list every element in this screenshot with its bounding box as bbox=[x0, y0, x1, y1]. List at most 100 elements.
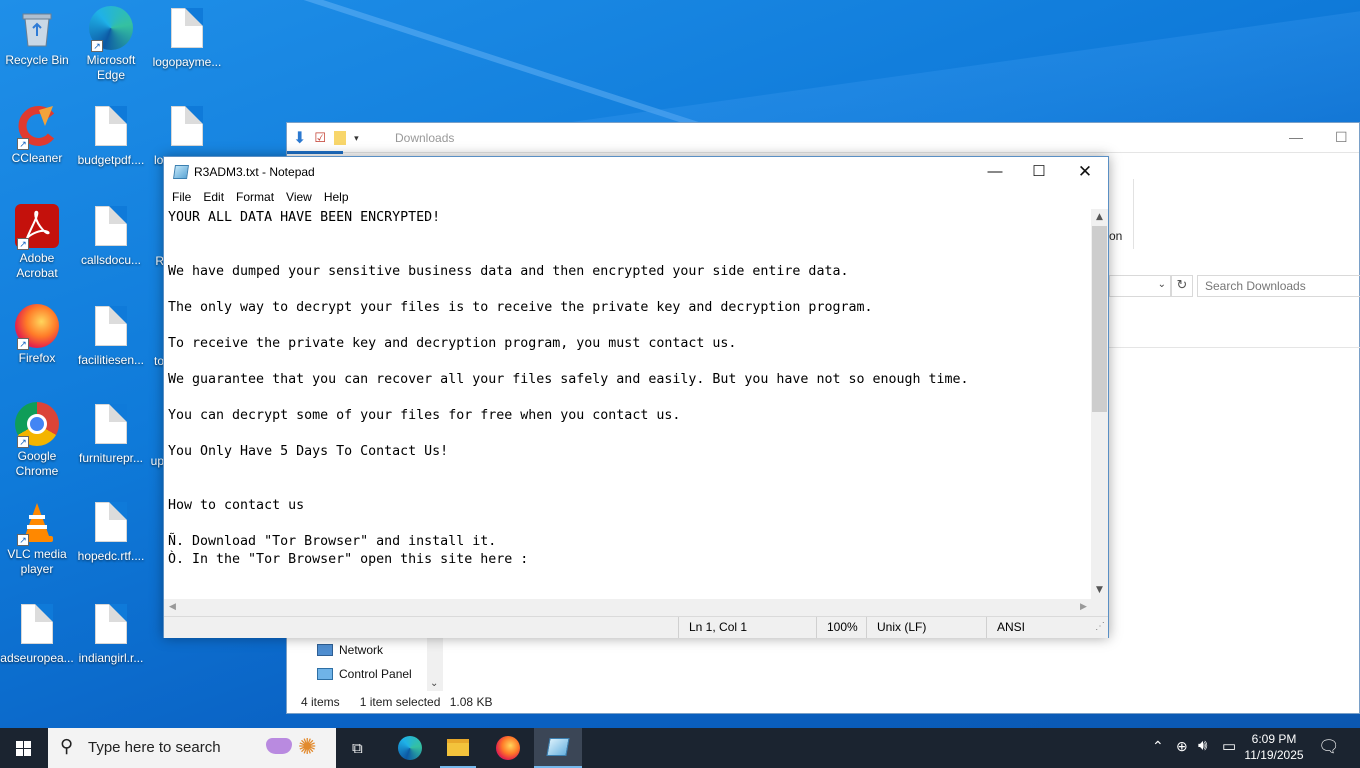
nav-scrollbar[interactable]: ⌄ bbox=[427, 635, 443, 691]
properties-icon[interactable]: ☑ bbox=[314, 130, 326, 146]
close-button[interactable]: ✕ bbox=[1062, 157, 1108, 187]
desktop-icon-file-partial[interactable]: to bbox=[124, 354, 164, 369]
search-placeholder: Type here to search bbox=[88, 739, 221, 756]
notepad-statusbar: Ln 1, Col 1 100% Unix (LF) ANSI ⋰ bbox=[164, 616, 1108, 638]
desktop-icon-file[interactable]: adseuropea... bbox=[0, 602, 74, 666]
document-icon bbox=[89, 206, 133, 250]
search-highlight-icon bbox=[266, 738, 292, 754]
desktop-icon-firefox[interactable]: ↗ Firefox bbox=[0, 304, 74, 366]
desktop-icon-google-chrome[interactable]: ↗ Google Chrome bbox=[0, 402, 74, 479]
document-icon bbox=[165, 8, 209, 52]
desktop-icon-label: Microsoft Edge bbox=[86, 53, 136, 82]
desktop-icon-file[interactable]: budgetpdf.... bbox=[74, 104, 148, 168]
notepad-titlebar[interactable]: R3ADM3.txt - Notepad — ☐ ✕ bbox=[164, 157, 1108, 187]
scroll-left-icon[interactable]: ◀ bbox=[164, 599, 181, 616]
notifications-icon[interactable]: 🗨︎ bbox=[1318, 737, 1340, 757]
clock-time: 6:09 PM bbox=[1251, 732, 1297, 746]
scrollbar-corner bbox=[1091, 599, 1108, 616]
edge-icon bbox=[398, 736, 422, 760]
maximize-icon[interactable]: ☐ bbox=[1335, 129, 1348, 146]
scroll-down-icon[interactable]: ▼ bbox=[1091, 582, 1108, 599]
volume-icon[interactable]: 🔊︎ bbox=[1198, 737, 1207, 754]
start-button[interactable] bbox=[0, 728, 48, 768]
menu-format[interactable]: Format bbox=[230, 187, 280, 209]
scroll-thumb[interactable] bbox=[1092, 226, 1107, 412]
taskbar-file-explorer[interactable] bbox=[434, 728, 482, 768]
shortcut-arrow-icon: ↗ bbox=[17, 338, 29, 350]
scroll-right-icon[interactable]: ▶ bbox=[1075, 599, 1092, 616]
horizontal-scrollbar[interactable]: ◀ ▶ bbox=[164, 599, 1092, 616]
ribbon-group-label: on bbox=[1109, 229, 1123, 243]
scroll-up-icon[interactable]: ▲ bbox=[1091, 209, 1108, 226]
control-panel-icon bbox=[317, 668, 333, 680]
clock[interactable]: 6:09 PM 11/19/2025 bbox=[1238, 731, 1310, 763]
explorer-titlebar[interactable]: ⬇ ☑ ▾ Downloads — ☐ bbox=[287, 123, 1359, 153]
resize-grip-icon[interactable]: ⋰ bbox=[1095, 621, 1105, 632]
new-folder-icon[interactable] bbox=[334, 131, 347, 145]
minimize-icon[interactable]: — bbox=[1289, 129, 1303, 145]
show-hidden-icons-icon[interactable]: ⌃ bbox=[1152, 738, 1164, 755]
desktop-icon-vlc[interactable]: ↗ VLC media player bbox=[0, 500, 74, 577]
chevron-down-icon[interactable]: ▾ bbox=[354, 133, 359, 144]
shortcut-arrow-icon: ↗ bbox=[17, 436, 29, 448]
download-arrow-icon[interactable]: ⬇ bbox=[293, 128, 306, 148]
nav-item-control-panel[interactable]: Control Panel bbox=[317, 667, 412, 681]
firefox-icon bbox=[496, 736, 520, 760]
meet-now-icon[interactable]: ⊕ bbox=[1176, 738, 1188, 755]
taskbar-notepad[interactable] bbox=[534, 728, 582, 768]
menu-help[interactable]: Help bbox=[318, 187, 355, 209]
shortcut-arrow-icon: ↗ bbox=[17, 534, 29, 546]
desktop-icon-label: to bbox=[153, 354, 164, 368]
document-icon bbox=[89, 604, 133, 648]
desktop-icon-ccleaner[interactable]: ↗ CCleaner bbox=[0, 104, 74, 166]
taskbar-search-box[interactable]: ⚲ Type here to search ✺ bbox=[48, 728, 336, 768]
menu-view[interactable]: View bbox=[280, 187, 318, 209]
nav-item-network[interactable]: Network bbox=[317, 643, 383, 657]
chevron-down-icon[interactable]: ⌄ bbox=[1158, 279, 1166, 290]
menu-edit[interactable]: Edit bbox=[197, 187, 230, 209]
search-input[interactable]: Search Downloads bbox=[1197, 275, 1360, 297]
desktop-icon-file-partial[interactable]: R bbox=[124, 254, 164, 269]
taskbar-firefox[interactable] bbox=[484, 728, 532, 768]
task-view-button[interactable]: ⧉ bbox=[336, 728, 384, 768]
watermark-logo: ANY RUN bbox=[1116, 661, 1332, 713]
maximize-button[interactable]: ☐ bbox=[1016, 157, 1062, 187]
notepad-menubar: File Edit Format View Help bbox=[164, 187, 1108, 209]
desktop-icon-adobe-acrobat[interactable]: ↗ Adobe Acrobat bbox=[0, 204, 74, 281]
desktop-icon-recycle-bin[interactable]: Recycle Bin bbox=[0, 6, 74, 68]
search-icon: ⚲ bbox=[60, 736, 74, 756]
vertical-scrollbar[interactable]: ▲ ▼ bbox=[1091, 209, 1108, 599]
notepad-window[interactable]: R3ADM3.txt - Notepad — ☐ ✕ File Edit For… bbox=[163, 156, 1109, 638]
network-icon[interactable]: ▭ bbox=[1222, 737, 1236, 755]
desktop-icon-microsoft-edge[interactable]: ↗ Microsoft Edge bbox=[74, 6, 148, 83]
refresh-icon[interactable]: ↻ bbox=[1171, 275, 1193, 297]
taskbar-edge[interactable] bbox=[386, 728, 434, 768]
minimize-button[interactable]: — bbox=[972, 157, 1018, 187]
search-highlight-icon: ✺ bbox=[298, 734, 317, 759]
desktop-icon-file-partial[interactable]: up bbox=[124, 454, 164, 469]
desktop-icon-label: indiangirl.r... bbox=[78, 651, 144, 665]
desktop-icon-file[interactable]: hopedc.rtf.... bbox=[74, 500, 148, 564]
firefox-icon: ↗ bbox=[15, 304, 59, 350]
ribbon-divider bbox=[1133, 179, 1134, 249]
notepad-icon bbox=[546, 738, 570, 756]
explorer-statusbar: 4 items 1 item selected 1.08 KB bbox=[301, 695, 492, 709]
taskbar: ⚲ Type here to search ✺ ⧉ ⌃ ⊕ 🔊︎ ▭ 6:09 … bbox=[0, 728, 1360, 768]
nav-item-label: Network bbox=[339, 643, 384, 657]
scroll-down-icon[interactable]: ⌄ bbox=[430, 678, 438, 689]
selection-size: 1.08 KB bbox=[449, 695, 493, 709]
task-view-icon: ⧉ bbox=[352, 739, 363, 757]
desktop-icon-file[interactable]: logopayme... bbox=[150, 6, 224, 70]
desktop-icon-file[interactable]: indiangirl.r... bbox=[74, 602, 148, 666]
desktop-icon-label: adseuropea... bbox=[0, 651, 74, 665]
address-bar[interactable]: ⌄ bbox=[1109, 275, 1171, 297]
file-tab-indicator bbox=[287, 151, 343, 154]
document-icon bbox=[15, 604, 59, 648]
cursor-position: Ln 1, Col 1 bbox=[678, 617, 816, 638]
text-editor[interactable]: YOUR ALL DATA HAVE BEEN ENCRYPTED! We ha… bbox=[164, 209, 1092, 599]
clock-date: 11/19/2025 bbox=[1244, 748, 1304, 762]
document-icon bbox=[89, 404, 133, 448]
notepad-title: R3ADM3.txt - Notepad bbox=[194, 165, 315, 179]
desktop-icon-label: CCleaner bbox=[11, 151, 63, 165]
menu-file[interactable]: File bbox=[166, 187, 197, 209]
